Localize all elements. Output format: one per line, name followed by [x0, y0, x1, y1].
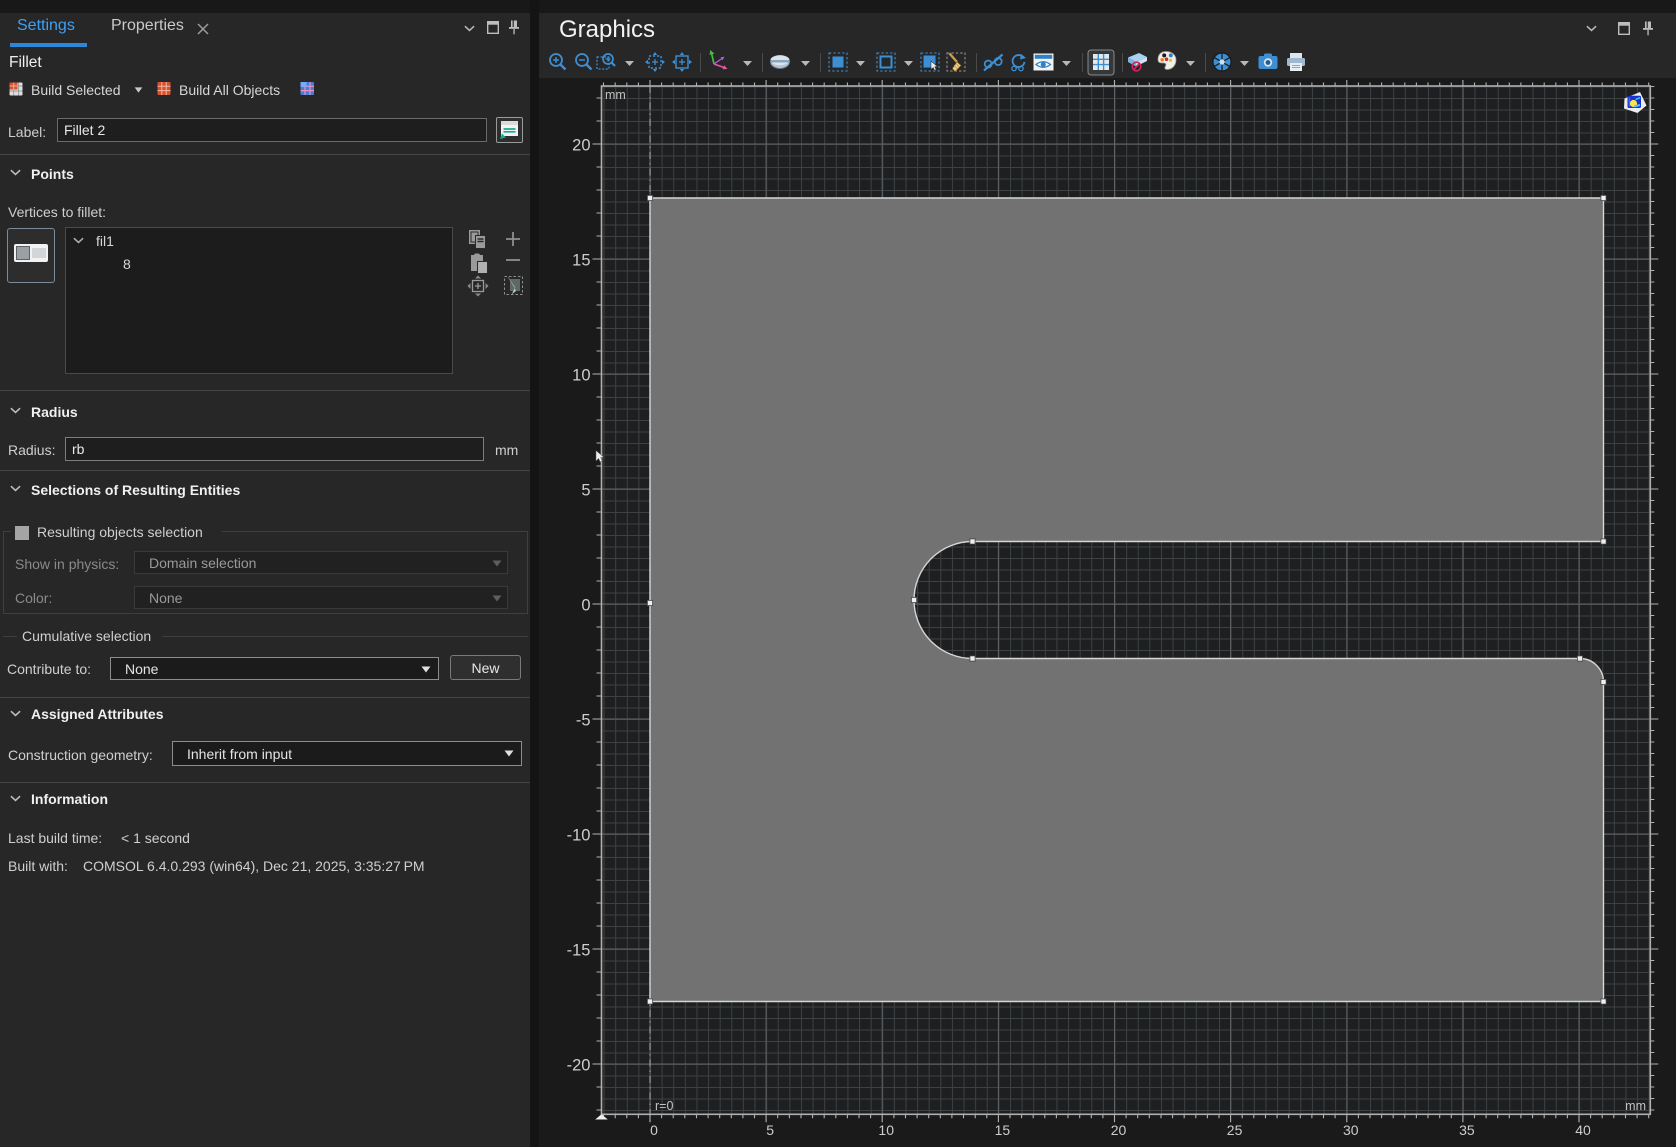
svg-text:20: 20 [572, 137, 590, 155]
svg-text:mm: mm [1625, 1099, 1646, 1113]
svg-text:-5: -5 [576, 712, 591, 730]
svg-text:-20: -20 [567, 1057, 591, 1075]
svg-text:r=0: r=0 [655, 1099, 673, 1113]
svg-text:30: 30 [1343, 1122, 1359, 1138]
svg-text:15: 15 [995, 1122, 1011, 1138]
svg-text:40: 40 [1575, 1122, 1591, 1138]
svg-text:-10: -10 [567, 827, 591, 845]
svg-text:10: 10 [572, 367, 590, 385]
svg-text:10: 10 [878, 1122, 894, 1138]
svg-text:20: 20 [1111, 1122, 1127, 1138]
svg-text:35: 35 [1459, 1122, 1475, 1138]
svg-text:0: 0 [650, 1122, 658, 1138]
svg-text:25: 25 [1227, 1122, 1243, 1138]
svg-text:0: 0 [581, 597, 590, 615]
svg-text:15: 15 [572, 252, 590, 270]
svg-text:-15: -15 [567, 942, 591, 960]
svg-text:5: 5 [766, 1122, 774, 1138]
svg-text:5: 5 [581, 482, 590, 500]
svg-text:mm: mm [605, 88, 626, 102]
